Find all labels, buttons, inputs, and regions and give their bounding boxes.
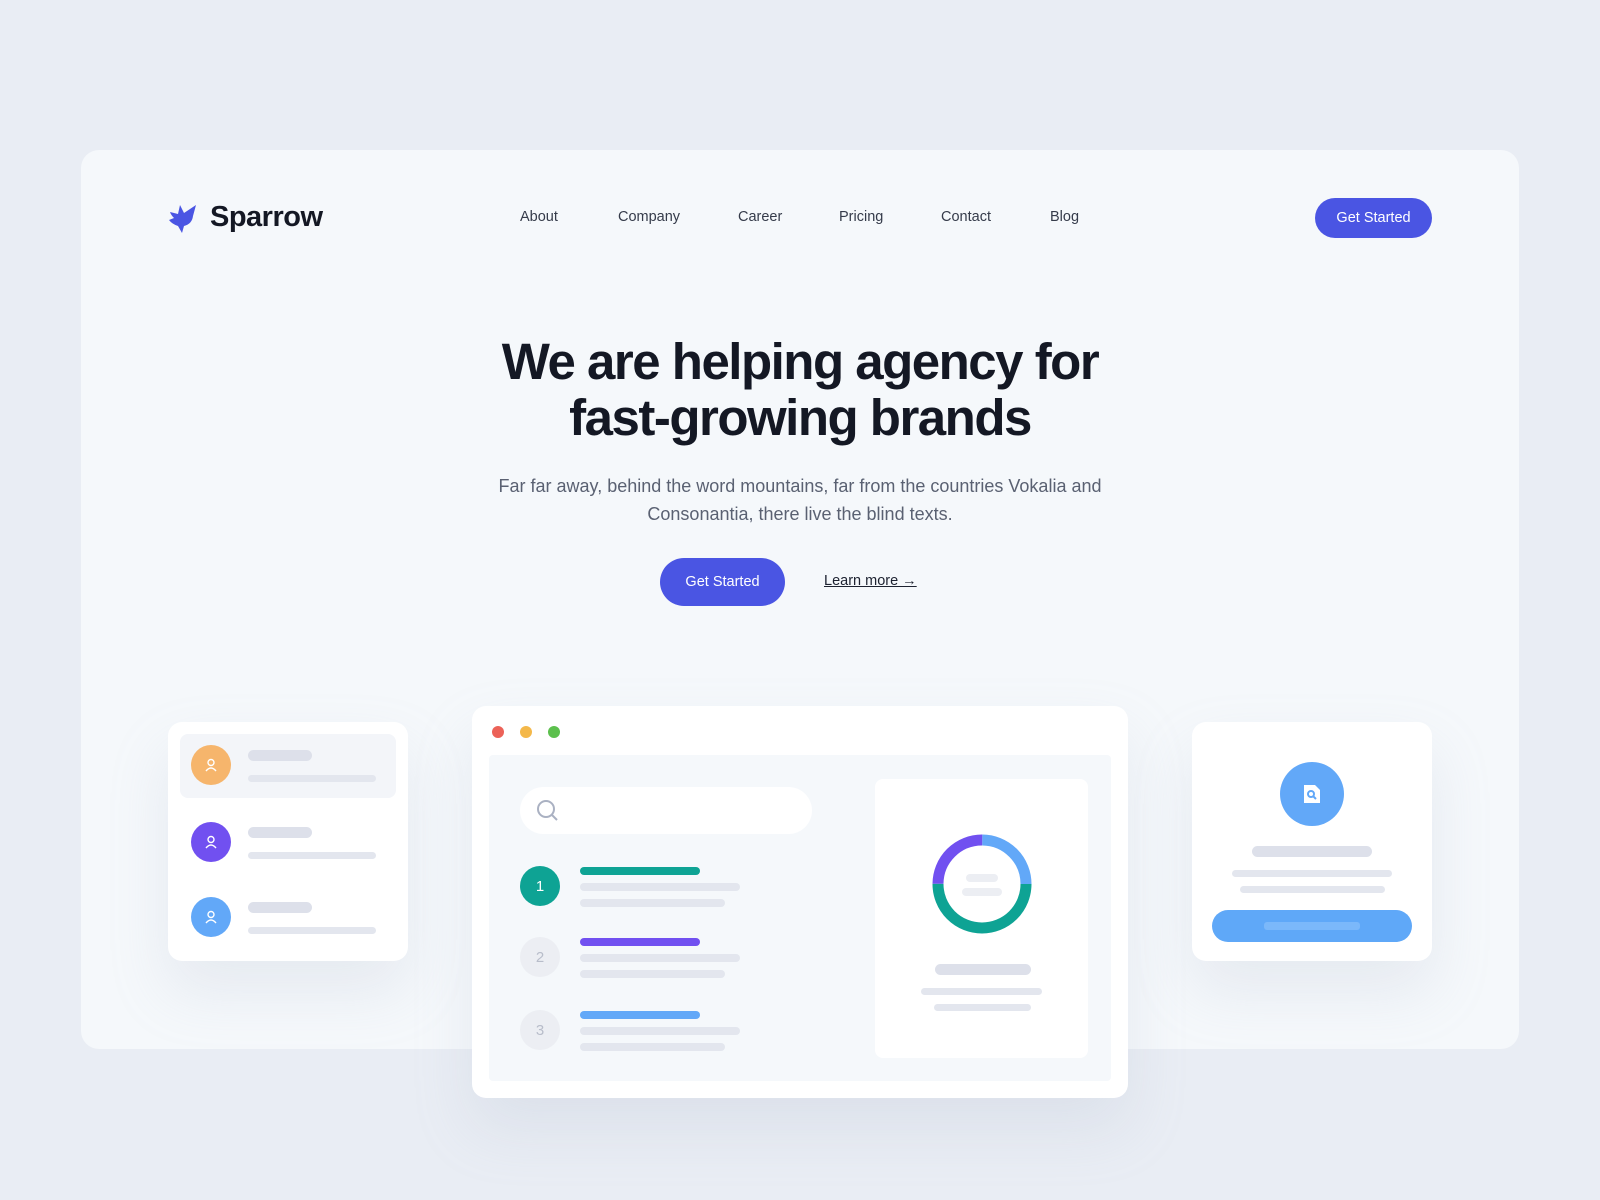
nav-about[interactable]: About <box>520 209 558 225</box>
step-number-label: 3 <box>535 1021 545 1039</box>
placeholder-bar <box>580 883 740 891</box>
user-avatar <box>191 745 231 785</box>
placeholder-bar <box>1252 846 1372 857</box>
brand-name: Sparrow <box>210 201 323 233</box>
nav-pricing[interactable]: Pricing <box>839 209 883 225</box>
placeholder-bar <box>580 954 740 962</box>
step-number[interactable]: 3 <box>520 1010 560 1050</box>
nav-get-started-button[interactable]: Get Started <box>1315 198 1432 238</box>
document-avatar <box>1280 762 1344 826</box>
placeholder-bar <box>248 775 376 782</box>
nav-contact[interactable]: Contact <box>941 209 991 225</box>
step-title-bar <box>580 1011 700 1019</box>
document-action-button[interactable] <box>1212 910 1412 942</box>
hero-subtitle: Far far away, behind the word mountains,… <box>498 476 1102 524</box>
placeholder-bar <box>580 1027 740 1035</box>
learn-more-link[interactable]: Learn more → <box>824 573 917 589</box>
nav-blog[interactable]: Blog <box>1050 209 1079 225</box>
donut-label-bar <box>962 888 1002 896</box>
search-input[interactable] <box>520 787 812 834</box>
placeholder-bar <box>248 852 376 859</box>
step-title-bar <box>580 938 700 946</box>
placeholder-bar <box>935 964 1031 975</box>
window-close-dot <box>492 726 504 738</box>
hero-title-line1: We are helping agency for <box>501 333 1100 390</box>
user-avatar <box>191 822 231 862</box>
search-icon <box>537 800 558 821</box>
step-number[interactable]: 1 <box>520 866 560 906</box>
document-search-icon <box>1304 785 1320 803</box>
placeholder-bar <box>1232 870 1392 877</box>
placeholder-bar <box>580 899 725 907</box>
placeholder-bar <box>1240 886 1385 893</box>
user-avatar <box>191 897 231 937</box>
placeholder-bar <box>921 988 1042 995</box>
window-maximize-dot <box>548 726 560 738</box>
sparrow-logo-icon <box>169 204 196 233</box>
placeholder-bar <box>580 1043 725 1051</box>
donut-label-bar <box>966 874 998 882</box>
user-icon <box>205 910 217 924</box>
window-minimize-dot <box>520 726 532 738</box>
user-icon <box>205 758 217 772</box>
step-number[interactable]: 2 <box>520 937 560 977</box>
placeholder-bar <box>248 902 312 913</box>
step-title-bar <box>580 867 700 875</box>
placeholder-bar <box>934 1004 1031 1011</box>
placeholder-bar <box>248 750 312 761</box>
step-number-label: 2 <box>535 948 545 966</box>
logo[interactable]: Sparrow <box>168 201 323 234</box>
nav-company[interactable]: Company <box>618 209 680 225</box>
placeholder-bar <box>248 927 376 934</box>
placeholder-bar <box>248 827 312 838</box>
step-number-label: 1 <box>535 877 545 895</box>
hero-get-started-button[interactable]: Get Started <box>660 558 785 606</box>
placeholder-bar <box>580 970 725 978</box>
button-placeholder <box>1264 922 1360 930</box>
user-icon <box>205 835 217 849</box>
donut-chart <box>932 834 1032 934</box>
nav-career[interactable]: Career <box>738 209 782 225</box>
hero-title-line2: fast-growing brands <box>569 389 1032 446</box>
hero-title: We are helping agency for fast-growing br… <box>300 334 1300 446</box>
